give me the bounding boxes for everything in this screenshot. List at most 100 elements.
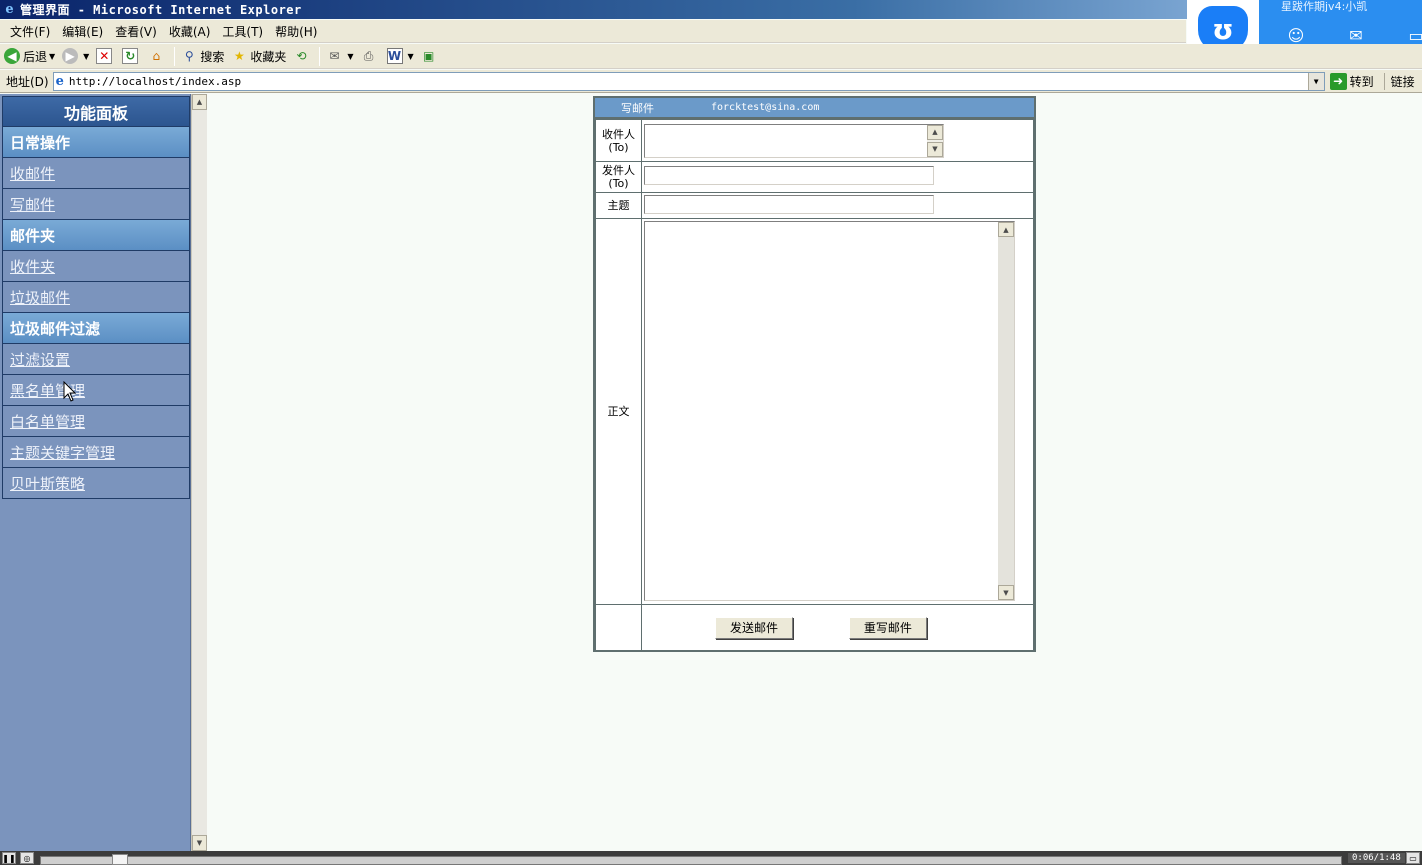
- scroll-up-icon[interactable]: ▲: [192, 94, 207, 110]
- sidebar-item-receive-mail[interactable]: 收邮件: [2, 158, 190, 189]
- body-scrollbar[interactable]: ▲ ▼: [998, 222, 1014, 600]
- body-textarea[interactable]: ▲ ▼: [644, 221, 1015, 601]
- to-label: 收件人 (To): [595, 119, 642, 162]
- stop-icon: ✕: [96, 48, 113, 64]
- mail-icon[interactable]: ✉: [1341, 26, 1371, 45]
- stop-button[interactable]: ✕: [96, 48, 115, 64]
- toolbar: ◀ 后退 ▼ ▶ ▼ ✕ ↻ ⌂ ⚲ 搜索 ★ 收藏夹 ⟲ ✉ ▼ ⎙ W ▼ …: [0, 44, 1422, 69]
- volume-icon[interactable]: ◎: [20, 852, 34, 864]
- progress-track[interactable]: [40, 856, 1342, 865]
- sidebar-item-bayes-policy[interactable]: 贝叶斯策略: [2, 468, 190, 499]
- progress-thumb[interactable]: [112, 854, 128, 865]
- mail-icon: ✉: [329, 49, 340, 63]
- to-scrollbar[interactable]: ▲ ▼: [927, 124, 943, 157]
- ie-logo-icon: e: [5, 2, 14, 17]
- actions-cell: 发送邮件 重写邮件: [641, 604, 1034, 651]
- back-label: 后退: [23, 49, 48, 64]
- go-arrow-icon: ➜: [1329, 72, 1347, 90]
- actions-empty-cell: [595, 604, 642, 651]
- scroll-down-icon[interactable]: ▼: [192, 835, 207, 851]
- links-button[interactable]: 链接: [1383, 72, 1415, 90]
- home-button[interactable]: ⌂: [148, 48, 167, 64]
- page-icon: e: [55, 73, 64, 89]
- back-button[interactable]: ◀ 后退 ▼: [4, 48, 55, 65]
- scroll-down-icon[interactable]: ▼: [927, 141, 943, 157]
- history-icon: ⟲: [296, 49, 307, 63]
- window-icon[interactable]: ▭: [1401, 26, 1422, 45]
- scroll-up-icon[interactable]: ▲: [998, 222, 1014, 237]
- messenger-button[interactable]: ▣: [421, 48, 440, 64]
- smiley-icon[interactable]: ☺: [1281, 26, 1311, 45]
- sidebar-item-spam[interactable]: 垃圾邮件: [2, 282, 190, 313]
- go-label: 转到: [1349, 74, 1374, 89]
- go-button[interactable]: ➜ 转到: [1329, 72, 1374, 90]
- player-bar: ❚❚ ◎ 0:06/1:48 ▭: [0, 851, 1422, 865]
- from-label-text: 发件人: [602, 164, 635, 177]
- sidebar-item-subject-keywords[interactable]: 主题关键字管理: [2, 437, 190, 468]
- favorites-button[interactable]: ★ 收藏夹: [231, 48, 286, 65]
- menu-view[interactable]: 查看(V): [109, 23, 163, 40]
- menu-help[interactable]: 帮助(H): [269, 23, 323, 40]
- star-icon: ★: [233, 49, 245, 63]
- sidebar-item-blacklist[interactable]: 黑名单管理: [2, 375, 190, 406]
- back-dropdown-icon[interactable]: ▼: [49, 52, 55, 61]
- menu-edit[interactable]: 编辑(E): [56, 23, 109, 40]
- send-mail-button[interactable]: 发送邮件: [715, 616, 793, 639]
- from-input[interactable]: [644, 166, 934, 185]
- browser-window: e 管理界面 - Microsoft Internet Explorer ʊ 星…: [0, 0, 1422, 865]
- window-title: 管理界面 - Microsoft Internet Explorer: [20, 3, 302, 17]
- sidebar-item-whitelist[interactable]: 白名单管理: [2, 406, 190, 437]
- to-label-text: 收件人: [602, 127, 635, 141]
- playback-time: 0:06/1:48: [1348, 853, 1405, 863]
- to-label-sub: (To): [608, 140, 629, 154]
- subject-input[interactable]: [644, 194, 934, 214]
- compose-table: 收件人 (To) ▲ ▼ 发件人 (To) 主题 正文 ▲ ▼ 发送邮件 重写邮…: [595, 119, 1034, 651]
- menu-tools[interactable]: 工具(T): [216, 23, 269, 40]
- fullscreen-icon[interactable]: ▭: [1406, 852, 1420, 864]
- home-icon: ⌂: [152, 49, 161, 63]
- sidebar-category-folders: 邮件夹: [2, 220, 190, 251]
- compose-header: 写邮件 forcktest@sina.com: [595, 98, 1034, 119]
- history-button[interactable]: ⟲: [293, 48, 312, 64]
- menu-favorites[interactable]: 收藏(A): [163, 23, 217, 40]
- forward-arrow-icon: ▶: [62, 48, 79, 64]
- toolbar-separator: [174, 46, 176, 66]
- printer-icon: ⎙: [363, 48, 374, 63]
- forward-dropdown-icon[interactable]: ▼: [83, 52, 89, 61]
- subject-label: 主题: [595, 192, 642, 219]
- mail-button[interactable]: ✉ ▼: [326, 48, 353, 64]
- sidebar-category-daily: 日常操作: [2, 127, 190, 158]
- mail-dropdown-icon[interactable]: ▼: [347, 52, 353, 61]
- address-url[interactable]: http://localhost/index.asp: [69, 75, 241, 88]
- reset-mail-button[interactable]: 重写邮件: [848, 616, 927, 639]
- scroll-down-icon[interactable]: ▼: [998, 585, 1014, 600]
- sidebar-title: 功能面板: [2, 96, 190, 127]
- address-bar: 地址(D) e http://localhost/index.asp ▼ ➜ 转…: [0, 70, 1422, 93]
- edit-dropdown-icon[interactable]: ▼: [408, 52, 414, 61]
- menu-bar: 文件(F) 编辑(E) 查看(V) 收藏(A) 工具(T) 帮助(H): [0, 20, 1186, 43]
- forward-button[interactable]: ▶ ▼: [62, 48, 89, 64]
- refresh-button[interactable]: ↻: [122, 48, 141, 64]
- address-input[interactable]: e http://localhost/index.asp ▼: [52, 71, 1325, 91]
- from-label-sub: (To): [608, 177, 629, 190]
- sidebar-scrollbar[interactable]: ▲ ▼: [191, 94, 207, 851]
- address-label: 地址(D): [6, 74, 49, 89]
- widget-user-name: 星跋作期jv4:小凯: [1281, 0, 1368, 13]
- scroll-up-icon[interactable]: ▲: [927, 124, 943, 140]
- refresh-icon: ↻: [122, 48, 139, 64]
- sidebar-item-compose-mail[interactable]: 写邮件: [2, 189, 190, 220]
- address-dropdown-icon[interactable]: ▼: [1307, 72, 1324, 90]
- account-email: forcktest@sina.com: [711, 102, 820, 113]
- sidebar-item-filter-settings[interactable]: 过滤设置: [2, 344, 190, 375]
- favorites-label: 收藏夹: [250, 49, 287, 64]
- messenger-icon: ▣: [423, 49, 435, 63]
- search-button[interactable]: ⚲ 搜索: [181, 48, 224, 65]
- to-textarea[interactable]: ▲ ▼: [644, 123, 944, 158]
- pause-icon[interactable]: ❚❚: [2, 852, 16, 864]
- sidebar-item-inbox[interactable]: 收件夹: [2, 251, 190, 282]
- mouse-cursor-icon: [63, 381, 77, 402]
- print-button[interactable]: ⎙: [361, 48, 380, 64]
- menu-file[interactable]: 文件(F): [4, 23, 56, 40]
- edit-button[interactable]: W ▼: [386, 48, 414, 64]
- sidebar: 功能面板 日常操作 收邮件 写邮件 邮件夹 收件夹 垃圾邮件 垃圾邮件过滤 过滤…: [0, 94, 191, 851]
